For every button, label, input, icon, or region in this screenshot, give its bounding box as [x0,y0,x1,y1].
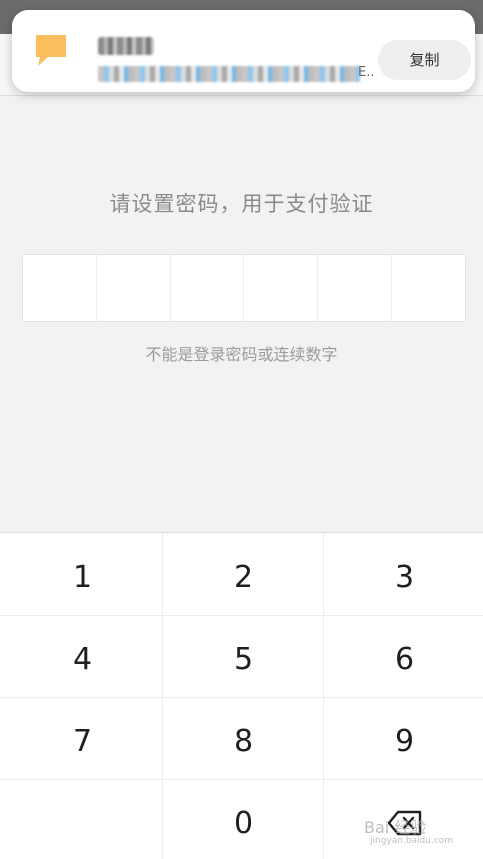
key-3[interactable]: 3 [324,536,483,618]
notification-ellipsis: E.. [358,65,375,80]
pin-digit-3[interactable] [171,255,245,321]
pin-digit-6[interactable] [392,255,465,321]
notification-banner[interactable]: E.. 复制 [12,10,475,92]
watermark: Bai 经验 [364,818,427,837]
pin-input[interactable] [22,254,466,322]
copy-button[interactable]: 复制 [378,40,471,80]
notification-text-redacted [98,66,360,82]
pin-digit-2[interactable] [97,255,171,321]
pin-digit-1[interactable] [23,255,97,321]
key-7[interactable]: 7 [2,700,163,782]
key-0[interactable]: 0 [163,782,324,859]
pin-hint: 不能是登录密码或连续数字 [145,345,338,364]
key-6[interactable]: 6 [324,618,483,700]
key-5[interactable]: 5 [163,618,324,700]
key-empty [2,782,163,859]
pin-digit-5[interactable] [318,255,393,321]
message-icon [36,35,66,66]
key-1[interactable]: 1 [2,536,163,618]
key-9[interactable]: 9 [324,700,483,782]
page-title: 请设置密码，用于支付验证 [109,192,374,216]
key-8[interactable]: 8 [163,700,324,782]
numeric-keypad: 1 2 3 4 5 6 7 8 9 0 [0,532,483,859]
pin-digit-4[interactable] [244,255,319,321]
key-4[interactable]: 4 [2,618,163,700]
key-2[interactable]: 2 [163,536,324,618]
watermark-url: jingyan.baidu.com [370,836,454,846]
notification-sender-redacted [98,37,154,55]
